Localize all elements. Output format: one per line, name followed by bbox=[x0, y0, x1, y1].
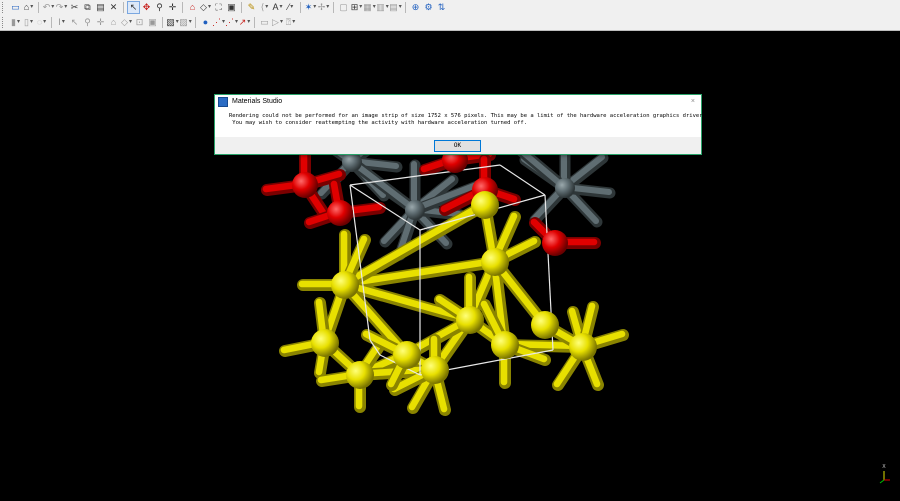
lattice-icon[interactable]: ▨ bbox=[179, 17, 191, 28]
color-icon[interactable]: ▧ bbox=[166, 17, 178, 28]
dialog-title: Materials Studio bbox=[232, 98, 283, 105]
home-icon[interactable]: ⌂ bbox=[187, 2, 198, 13]
copy-icon[interactable]: ⧉ bbox=[82, 2, 93, 13]
sulfur-atom bbox=[531, 311, 559, 339]
dialog-body: Rendering could not be performed for an … bbox=[215, 108, 706, 131]
analysis-icon[interactable]: ⚙ bbox=[423, 2, 434, 13]
zoom-icon[interactable]: ⚲ bbox=[154, 2, 165, 13]
toolbar-separator bbox=[254, 17, 255, 28]
fit-view-icon[interactable]: ◇ bbox=[200, 2, 211, 13]
symmetry-icon[interactable]: ✶ bbox=[305, 2, 316, 13]
axis-label-x: X bbox=[882, 464, 886, 470]
paste-icon[interactable]: ▤ bbox=[95, 2, 106, 13]
new-document-icon[interactable]: ▭ bbox=[10, 2, 21, 13]
toolbar-separator bbox=[123, 2, 124, 13]
toolbar-separator bbox=[38, 2, 39, 13]
atom-icon[interactable]: A bbox=[272, 2, 283, 13]
label-icon[interactable]: Ⅰ bbox=[56, 17, 67, 28]
hydrogen-bond-icon[interactable]: ⋰ bbox=[212, 17, 224, 28]
metal-atom bbox=[555, 178, 575, 198]
oxygen-atom bbox=[542, 230, 568, 256]
measure-icon[interactable]: ↖ bbox=[69, 17, 80, 28]
toolbar-separator bbox=[51, 17, 52, 28]
perspective-icon[interactable]: ⊡ bbox=[134, 17, 145, 28]
ball-style-icon[interactable]: ◌ bbox=[36, 17, 47, 28]
select-pointer-icon[interactable]: ↖ bbox=[127, 1, 140, 14]
error-dialog: Materials Studio × Rendering could not b… bbox=[214, 94, 706, 155]
depth-icon[interactable]: ▣ bbox=[147, 17, 158, 28]
sulfur-atom bbox=[481, 248, 509, 276]
toolbar-separator bbox=[300, 2, 301, 13]
rotate-icon[interactable]: ✥ bbox=[141, 2, 152, 13]
toolbar-separator bbox=[241, 2, 242, 13]
pan-icon[interactable]: ✛ bbox=[167, 2, 178, 13]
dialog-footer: OK bbox=[215, 137, 701, 154]
toolbar-separator bbox=[405, 2, 406, 13]
vector-icon[interactable]: ↗ bbox=[239, 17, 250, 28]
reset-view-icon[interactable]: ⛶ bbox=[213, 2, 224, 13]
sulfur-atom bbox=[569, 333, 597, 361]
toolbar-separator bbox=[182, 2, 183, 13]
build-crystal-icon[interactable]: ⊞ bbox=[351, 2, 362, 13]
materials-studio-icon bbox=[218, 96, 228, 107]
stereo-icon[interactable]: ▭ bbox=[259, 17, 270, 28]
calculation-icon[interactable]: ⊕ bbox=[410, 2, 421, 13]
dialog-message: Rendering could not be performed for an … bbox=[229, 113, 706, 131]
layer-icon[interactable]: ▤ bbox=[389, 2, 401, 13]
sulfur-atom bbox=[421, 356, 449, 384]
bond-icon[interactable]: ⁄ bbox=[285, 2, 296, 13]
dialog-titlebar[interactable]: Materials Studio × bbox=[215, 95, 701, 108]
cell-icon[interactable]: ▢ bbox=[338, 2, 349, 13]
redo-icon[interactable]: ↷ bbox=[56, 2, 67, 13]
molecule-icon[interactable]: ● bbox=[200, 17, 211, 28]
open-icon[interactable]: ⌂ bbox=[23, 2, 34, 13]
sulfur-atom bbox=[331, 271, 359, 299]
axis-z-line bbox=[879, 479, 885, 484]
cut-icon[interactable]: ✂ bbox=[69, 2, 80, 13]
metal-atom bbox=[405, 200, 425, 220]
close-icon[interactable]: × bbox=[691, 98, 695, 105]
sketch-ring-icon[interactable]: ⟨ bbox=[259, 2, 270, 13]
ok-button[interactable]: OK bbox=[434, 140, 481, 152]
display-style-icon[interactable]: ▮ bbox=[10, 17, 21, 28]
job-icon[interactable]: ⇅ bbox=[436, 2, 447, 13]
snapshot-icon[interactable]: ▣ bbox=[226, 2, 237, 13]
supercell-icon[interactable]: ▦ bbox=[363, 2, 375, 13]
toolbar-grip[interactable] bbox=[2, 17, 6, 28]
toolbar-display: ▮ ▯ ◌ Ⅰ ↖ ⚲ ✛ ⌂ ◇ ⊡ ▣ ▧ ▨ ● ⋰ ⋰ ↗ ▭ ▷ ⍰ bbox=[0, 15, 900, 31]
delete-icon[interactable]: ✕ bbox=[108, 2, 119, 13]
toolbar-separator bbox=[162, 17, 163, 28]
oxygen-atom bbox=[292, 172, 318, 198]
sulfur-atom bbox=[311, 329, 339, 357]
dialog-message-line1: Rendering could not be performed for an … bbox=[229, 113, 706, 119]
sulfur-atom bbox=[393, 341, 421, 369]
view-icon[interactable]: ◇ bbox=[121, 17, 132, 28]
orient-icon[interactable]: ⌂ bbox=[108, 17, 119, 28]
toolbar-separator bbox=[333, 2, 334, 13]
sulfur-atom bbox=[346, 361, 374, 389]
stick-style-icon[interactable]: ▯ bbox=[23, 17, 34, 28]
move-icon[interactable]: ✛ bbox=[95, 17, 106, 28]
close-contact-icon[interactable]: ⋰ bbox=[225, 17, 237, 28]
oxygen-atom bbox=[327, 200, 353, 226]
help-icon[interactable]: ⍰ bbox=[285, 17, 296, 28]
axes-indicator: X bbox=[879, 464, 890, 484]
sulfur-atom bbox=[471, 191, 499, 219]
sulfur-atom bbox=[491, 331, 519, 359]
toolbar-separator bbox=[195, 17, 196, 28]
surface-icon[interactable]: ▥ bbox=[376, 2, 388, 13]
dialog-message-line2: You may wish to consider reattempting th… bbox=[229, 120, 528, 126]
animation-icon[interactable]: ▷ bbox=[272, 17, 283, 28]
sketch-pencil-icon[interactable]: ✎ bbox=[246, 2, 257, 13]
sulfur-atom bbox=[456, 306, 484, 334]
undo-icon[interactable]: ↶ bbox=[43, 2, 54, 13]
toolbar-grip[interactable] bbox=[2, 2, 6, 13]
metal-atom bbox=[342, 152, 362, 172]
cleanup-icon[interactable]: ✢ bbox=[318, 2, 329, 13]
toolbar-main: ▭ ⌂ ↶ ↷ ✂ ⧉ ▤ ✕ ↖ ✥ ⚲ ✛ ⌂ ◇ ⛶ ▣ ✎ ⟨ A ⁄ … bbox=[0, 0, 900, 16]
find-icon[interactable]: ⚲ bbox=[82, 17, 93, 28]
